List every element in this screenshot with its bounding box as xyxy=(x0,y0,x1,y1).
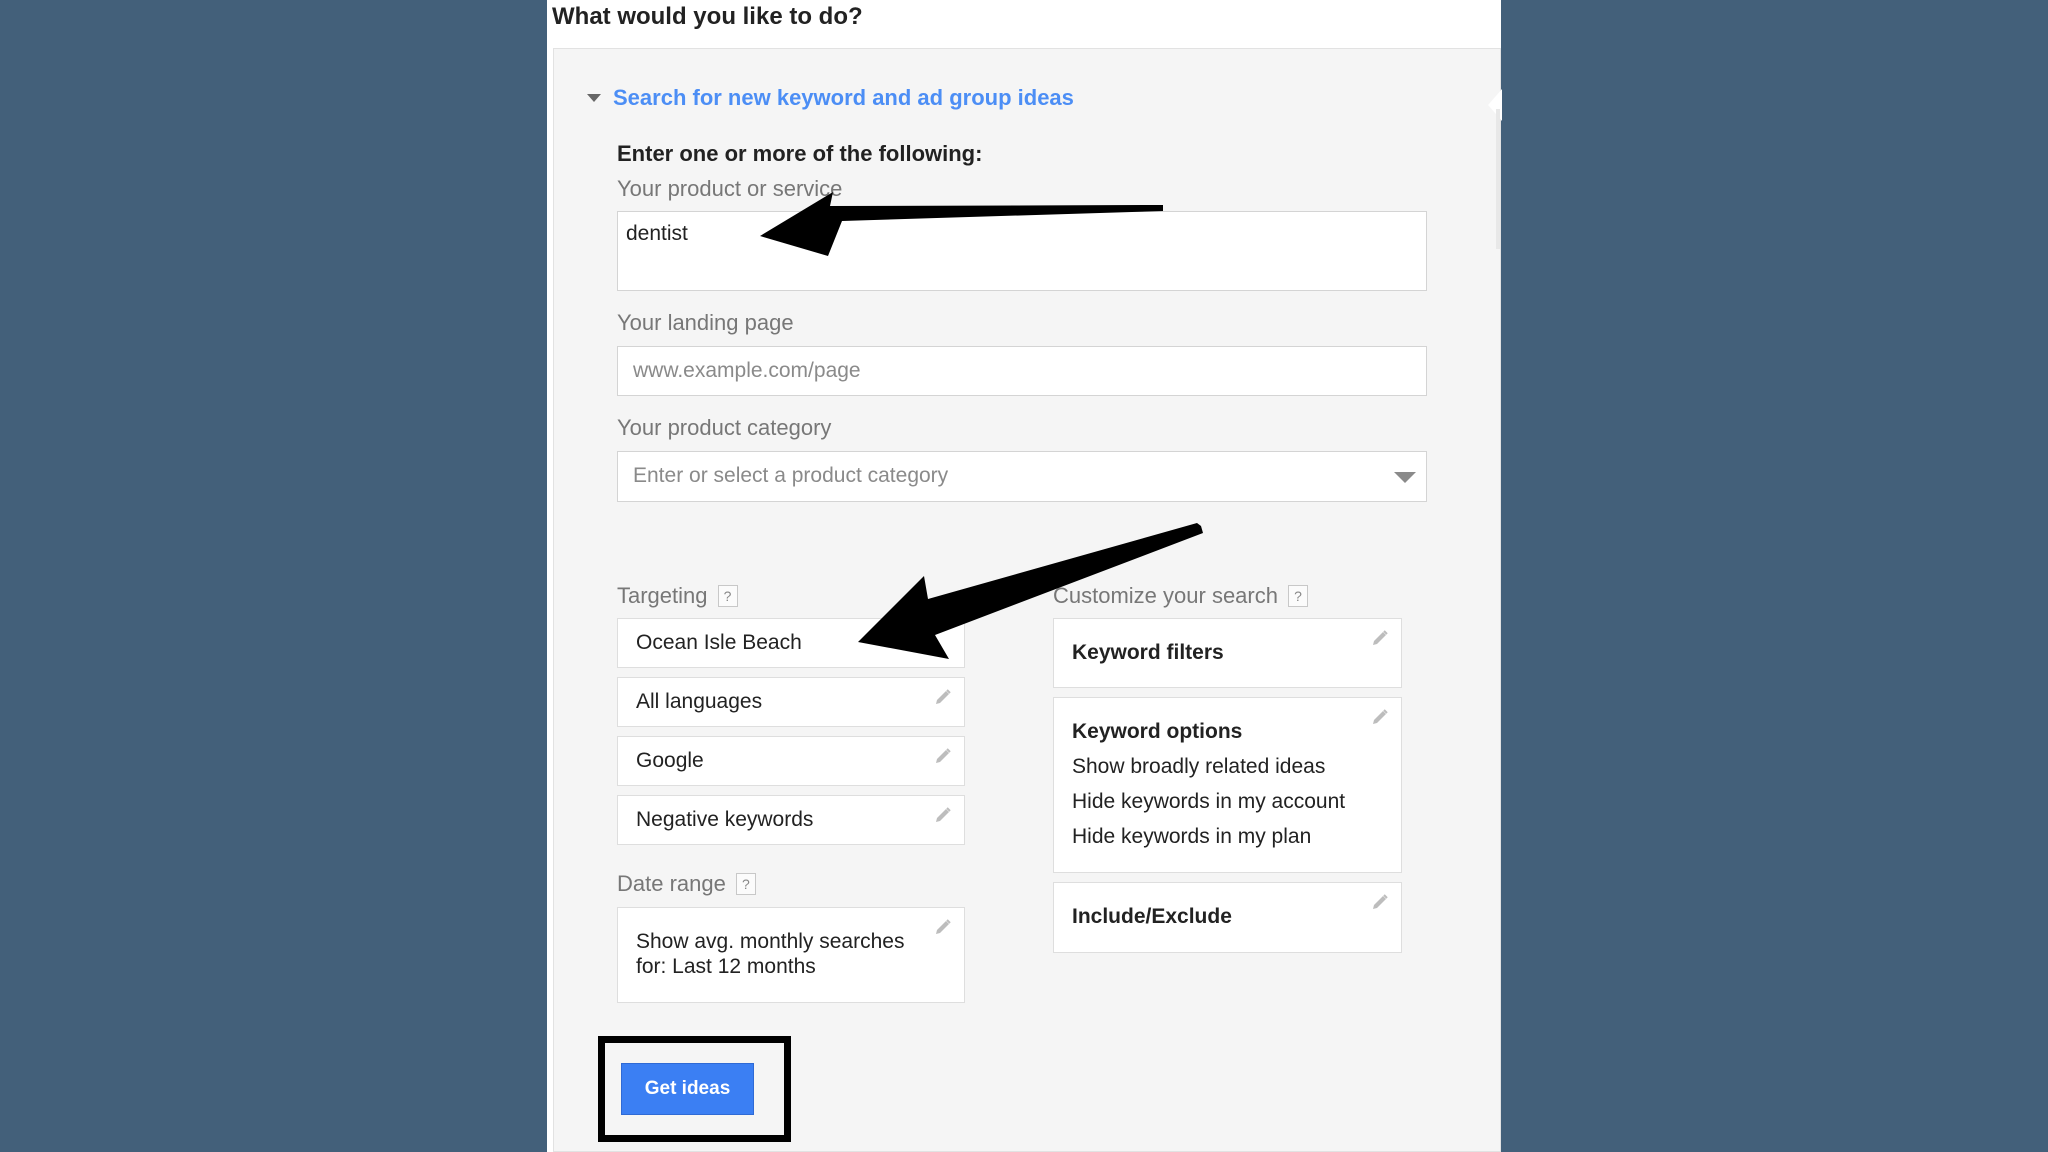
keyword-option-item: Hide keywords in my plan xyxy=(1072,825,1312,848)
help-icon[interactable]: ? xyxy=(717,585,738,607)
search-ideas-section-toggle[interactable]: Search for new keyword and ad group idea… xyxy=(587,85,1074,111)
section-title: Search for new keyword and ad group idea… xyxy=(613,85,1074,110)
product-label: Your product or service xyxy=(617,176,843,201)
help-icon[interactable]: ? xyxy=(1287,585,1308,607)
pencil-icon[interactable] xyxy=(934,747,952,765)
product-category-label: Your product category xyxy=(617,415,832,440)
page-title: What would you like to do? xyxy=(552,3,863,30)
pencil-icon[interactable] xyxy=(1371,893,1389,911)
keyword-options-box[interactable]: Keyword options Show broadly related ide… xyxy=(1053,697,1402,873)
targeting-location-label: Ocean Isle Beach xyxy=(636,631,802,654)
form-instructions: Enter one or more of the following: xyxy=(617,141,983,166)
targeting-network[interactable]: Google xyxy=(617,736,965,786)
keyword-options-title: Keyword options xyxy=(1072,720,1243,743)
pencil-icon[interactable] xyxy=(934,688,952,706)
get-ideas-button[interactable]: Get ideas xyxy=(621,1063,754,1115)
targeting-network-label: Google xyxy=(636,749,704,772)
pencil-icon[interactable] xyxy=(1371,708,1389,726)
pencil-icon[interactable] xyxy=(934,918,952,936)
negative-keywords-label: Negative keywords xyxy=(636,808,814,831)
product-category-placeholder: Enter or select a product category xyxy=(633,464,949,487)
customize-search-label: Customize your search ? xyxy=(1053,583,1308,609)
caret-down-icon xyxy=(587,94,601,102)
targeting-location[interactable]: Ocean Isle Beach xyxy=(617,618,965,668)
include-exclude-title: Include/Exclude xyxy=(1072,905,1232,928)
landing-page-input[interactable]: www.example.com/page xyxy=(617,346,1427,396)
date-range-label-text: Date range xyxy=(617,871,726,896)
product-category-select[interactable]: Enter or select a product category xyxy=(617,451,1427,502)
pencil-icon[interactable] xyxy=(934,806,952,824)
date-range-setting[interactable]: Show avg. monthly searches for: Last 12 … xyxy=(617,907,965,1003)
keyword-option-item: Show broadly related ideas xyxy=(1072,755,1326,778)
include-exclude-box[interactable]: Include/Exclude xyxy=(1053,882,1402,953)
search-ideas-panel: Search for new keyword and ad group idea… xyxy=(553,48,1502,1152)
help-icon[interactable]: ? xyxy=(735,873,756,895)
targeting-language-label: All languages xyxy=(636,690,763,713)
targeting-label: Targeting ? xyxy=(617,583,738,609)
customize-search-label-text: Customize your search xyxy=(1053,583,1278,608)
date-range-value: Show avg. monthly searches for: Last 12 … xyxy=(636,930,905,978)
keyword-filters-box[interactable]: Keyword filters xyxy=(1053,618,1402,688)
scrollbar[interactable] xyxy=(1496,109,1500,249)
keyword-filters-title: Keyword filters xyxy=(1072,641,1224,664)
keyword-planner-page: What would you like to do? Search for ne… xyxy=(547,0,1502,1152)
chevron-down-icon[interactable] xyxy=(1394,472,1416,483)
landing-page-label: Your landing page xyxy=(617,310,794,335)
keyword-option-item: Hide keywords in my account xyxy=(1072,790,1346,813)
targeting-negative-keywords[interactable]: Negative keywords xyxy=(617,795,965,845)
date-range-label: Date range ? xyxy=(617,871,756,897)
pencil-icon[interactable] xyxy=(1371,629,1389,647)
targeting-label-text: Targeting xyxy=(617,583,708,608)
targeting-language[interactable]: All languages xyxy=(617,677,965,727)
product-input[interactable]: dentist xyxy=(617,211,1427,291)
